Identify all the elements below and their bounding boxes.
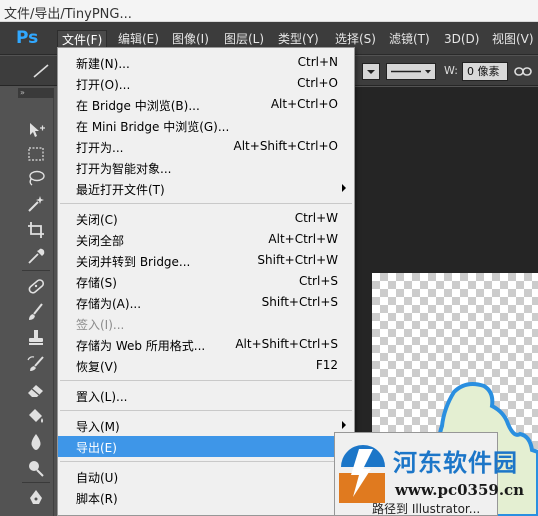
tools-panel: »	[18, 88, 54, 516]
site-watermark: 河东软件园 www.pc0359.cn	[335, 437, 538, 511]
menu-item-place[interactable]: 置入(L)...	[58, 385, 354, 406]
toolbox-collapse[interactable]: »	[18, 88, 54, 98]
window-title: 文件/导出/TinyPNG...	[4, 7, 132, 22]
line-tool-icon[interactable]	[30, 62, 52, 80]
link-icon[interactable]	[513, 63, 533, 80]
menu-item-import[interactable]: 导入(M)	[58, 415, 354, 436]
window-title-bar: 文件/导出/TinyPNG...	[0, 0, 538, 22]
menu-item-revert[interactable]: 恢复(V) F12	[58, 355, 354, 376]
history-brush-icon[interactable]	[25, 354, 47, 374]
menu-item-check-in: 签入(I)...	[76, 318, 125, 332]
menu-item-automate[interactable]: 自动(U)	[58, 466, 354, 487]
menu-view[interactable]: 视图(V)	[488, 30, 538, 49]
chevron-down-icon	[367, 70, 375, 74]
move-tool-icon[interactable]	[25, 120, 47, 140]
marquee-tool-icon[interactable]	[25, 144, 47, 164]
blur-tool-icon[interactable]	[25, 432, 47, 452]
magic-wand-icon[interactable]	[25, 194, 47, 214]
lasso-tool-icon[interactable]	[25, 168, 47, 188]
watermark-logo-icon	[339, 445, 385, 503]
stroke-style-icon	[391, 70, 431, 74]
submenu-arrow-icon	[342, 421, 346, 429]
dodge-tool-icon[interactable]	[25, 458, 47, 478]
width-input[interactable]: 0 像素	[462, 62, 508, 81]
menu-separator	[60, 410, 352, 411]
stroke-type-dropdown[interactable]	[362, 63, 380, 80]
menu-item-browse-bridge[interactable]: 在 Bridge 中浏览(B)... Alt+Ctrl+O	[58, 94, 354, 115]
menu-item-browse-mini-bridge[interactable]: 在 Mini Bridge 中浏览(G)...	[58, 115, 354, 136]
eyedropper-icon[interactable]	[25, 246, 47, 266]
eraser-tool-icon[interactable]	[25, 380, 47, 400]
menu-item-open[interactable]: 打开(O)... Ctrl+O	[58, 73, 354, 94]
menu-filter[interactable]: 滤镜(T)	[385, 30, 434, 49]
toolbox-divider	[22, 482, 50, 483]
file-menu-dropdown: 新建(N)... Ctrl+N 打开(O)... Ctrl+O 在 Bridge…	[57, 47, 355, 516]
menu-item-close-go-bridge[interactable]: 关闭并转到 Bridge... Shift+Ctrl+W	[58, 250, 354, 271]
pen-tool-icon[interactable]	[25, 488, 47, 508]
crop-tool-icon[interactable]	[25, 220, 47, 240]
menu-3d[interactable]: 3D(D)	[440, 30, 483, 49]
menu-item-save[interactable]: 存储(S) Ctrl+S	[58, 271, 354, 292]
menu-item-save-as[interactable]: 存储为(A)... Shift+Ctrl+S	[58, 292, 354, 313]
menu-item-close-all[interactable]: 关闭全部 Alt+Ctrl+W	[58, 229, 354, 250]
menu-separator	[60, 203, 352, 204]
photoshop-logo: Ps	[16, 28, 39, 48]
menu-item-open-smart-object[interactable]: 打开为智能对象...	[58, 157, 354, 178]
watermark-url: www.pc0359.cn	[395, 481, 525, 499]
menu-item-close[interactable]: 关闭(C) Ctrl+W	[58, 208, 354, 229]
healing-brush-icon[interactable]	[25, 276, 47, 296]
stroke-style-dropdown[interactable]	[386, 63, 436, 80]
menu-item-export[interactable]: 导出(E)	[58, 436, 354, 457]
menu-separator	[60, 461, 352, 462]
paint-bucket-icon[interactable]	[25, 406, 47, 426]
width-label: W:	[444, 64, 458, 77]
menu-item-recent-files[interactable]: 最近打开文件(T)	[58, 178, 354, 199]
toolbox-divider	[22, 270, 50, 271]
watermark-title: 河东软件园	[393, 448, 518, 477]
menu-separator	[60, 380, 352, 381]
menu-item-new[interactable]: 新建(N)... Ctrl+N	[58, 52, 354, 73]
submenu-arrow-icon	[342, 184, 346, 192]
clone-stamp-icon[interactable]	[25, 328, 47, 348]
menu-item-scripts[interactable]: 脚本(R)	[58, 487, 354, 508]
brush-tool-icon[interactable]	[25, 302, 47, 322]
menu-item-save-for-web[interactable]: 存储为 Web 所用格式... Alt+Shift+Ctrl+S	[58, 334, 354, 355]
menu-item-open-as[interactable]: 打开为... Alt+Shift+Ctrl+O	[58, 136, 354, 157]
